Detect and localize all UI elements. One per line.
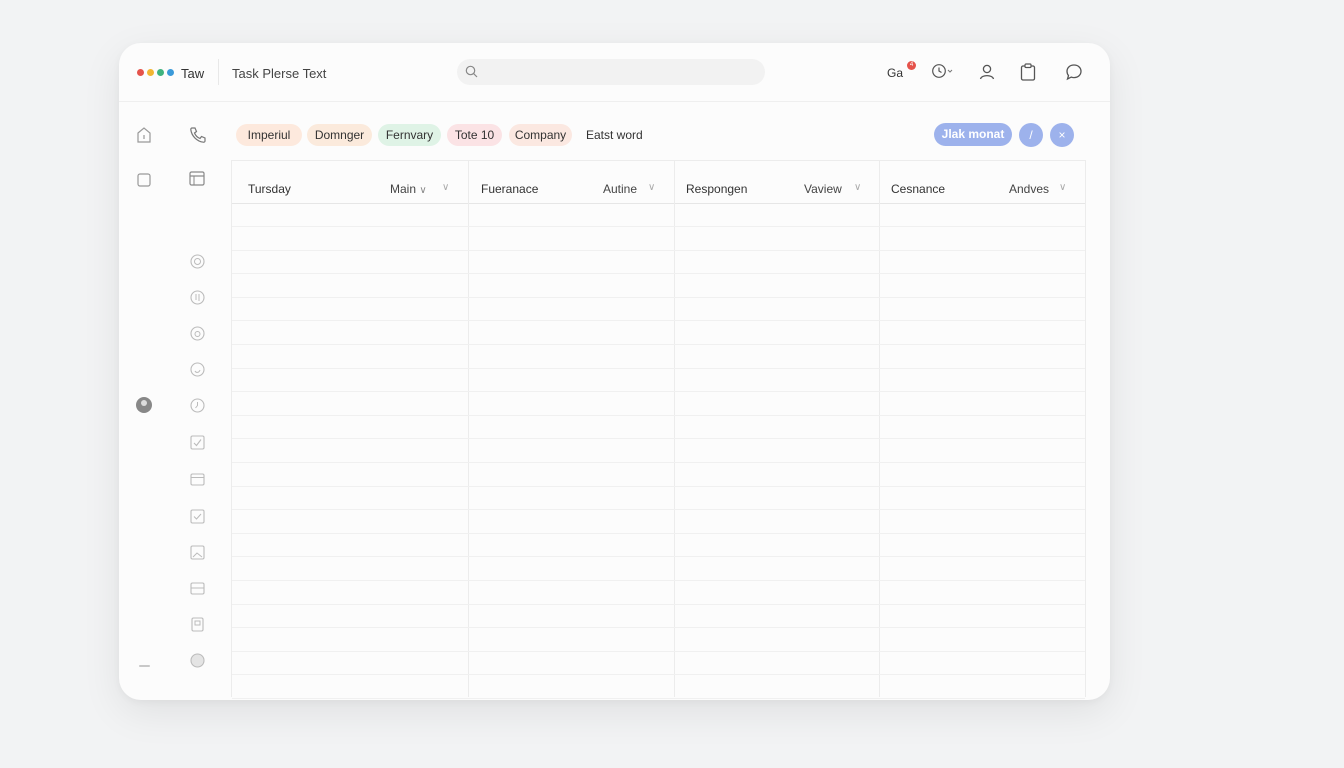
document-icon[interactable]: [190, 617, 205, 637]
tag-icon[interactable]: [190, 326, 205, 346]
table-row-divider: [232, 226, 1085, 227]
clock-icon[interactable]: [931, 63, 953, 84]
phone-icon[interactable]: [189, 126, 207, 149]
column-divider: [468, 161, 469, 697]
header-divider: [218, 59, 219, 85]
card-icon[interactable]: [190, 473, 205, 491]
column-sort-4[interactable]: Andves: [1009, 182, 1049, 196]
column-divider: [674, 161, 675, 697]
search-icon: [465, 65, 478, 83]
table-row-divider: [232, 367, 1085, 369]
column-sort-2[interactable]: Autine: [603, 182, 637, 196]
user-icon[interactable]: [978, 63, 996, 86]
checkbox-icon[interactable]: [190, 435, 205, 455]
column-sort-label-3: Vaview: [804, 182, 842, 196]
table-row-divider: [232, 273, 1085, 275]
column-header-2[interactable]: Fueranace: [481, 182, 538, 196]
chat-icon[interactable]: [1065, 63, 1083, 86]
table-row-divider: [232, 344, 1085, 345]
filter-label-eatst-word[interactable]: Eatst word: [586, 124, 643, 146]
table-row-divider: [232, 249, 1085, 251]
search-bar[interactable]: [457, 59, 765, 87]
close-button[interactable]: ×: [1050, 123, 1074, 147]
table-row-divider: [232, 650, 1085, 652]
chevron-down-icon[interactable]: ∨: [442, 182, 449, 193]
table-row-divider: [232, 627, 1085, 629]
chevron-down-icon[interactable]: ∨: [1059, 182, 1066, 193]
table-row-divider: [232, 532, 1085, 534]
table-header: Tursday Main ∨ ∨ Fueranace Autine ∨ Resp…: [232, 161, 1085, 204]
table-row-divider: [232, 296, 1085, 298]
column-sort-1[interactable]: Main ∨: [390, 182, 427, 196]
table-row-divider: [232, 391, 1085, 393]
avatar[interactable]: [136, 397, 152, 413]
message-icon[interactable]: [190, 362, 205, 382]
chevron-down-icon[interactable]: ∨: [854, 182, 861, 193]
column-header-1[interactable]: Tursday: [248, 182, 291, 196]
chevron-down-icon: ∨: [419, 185, 427, 196]
chip-tote-10[interactable]: Tote 10: [447, 124, 502, 146]
column-divider: [879, 161, 880, 697]
table-row-divider: [232, 509, 1085, 511]
image-icon[interactable]: [190, 545, 205, 565]
notification-badge: 4: [907, 61, 916, 70]
chip-fernvary[interactable]: Fernvary: [378, 124, 441, 146]
table-row-divider: [232, 320, 1085, 322]
column-sort-label-4: Andves: [1009, 182, 1050, 196]
dot-blue[interactable]: [167, 69, 174, 76]
app-name: Taw: [181, 66, 205, 81]
globe-icon[interactable]: [190, 254, 205, 274]
history-icon[interactable]: [190, 398, 205, 418]
window-dots: [137, 69, 174, 76]
chevron-down-icon[interactable]: ∨: [648, 182, 655, 193]
task-check-icon[interactable]: [190, 509, 205, 529]
edit-button[interactable]: /: [1019, 123, 1043, 147]
dot-green[interactable]: [157, 69, 164, 76]
column-sort-label-2: Autine: [603, 182, 638, 196]
square-icon[interactable]: [137, 173, 151, 192]
home-icon[interactable]: [136, 126, 152, 149]
table-row-divider: [232, 603, 1085, 605]
app-window: Taw Task Plerse Text Ga 4 Imperiul Domng…: [119, 43, 1110, 700]
table-row-divider: [232, 438, 1085, 440]
chip-domnger[interactable]: Domnger: [307, 124, 372, 146]
column-header-3[interactable]: Respongen: [686, 182, 747, 196]
dot-red[interactable]: [137, 69, 144, 76]
notifications-button[interactable]: Ga: [887, 66, 903, 80]
header-bar: Taw Task Plerse Text Ga 4: [119, 43, 1110, 102]
table-row-divider: [232, 580, 1085, 581]
attachment-icon[interactable]: [190, 290, 205, 310]
primary-action-button[interactable]: Jlak monat: [934, 123, 1012, 146]
column-sort-3[interactable]: Vaview: [804, 182, 842, 196]
window-icon[interactable]: [189, 171, 205, 191]
column-header-4[interactable]: Cesnance: [891, 182, 945, 196]
collapse-handle[interactable]: [139, 665, 150, 667]
table-row-divider: [232, 556, 1085, 558]
table-row-divider: [232, 674, 1085, 676]
settings-icon[interactable]: [190, 653, 205, 673]
clipboard-icon[interactable]: [1020, 63, 1036, 86]
table-row-divider: [232, 698, 1085, 699]
chip-imperiul[interactable]: Imperiul: [236, 124, 302, 146]
data-table: Tursday Main ∨ ∨ Fueranace Autine ∨ Resp…: [231, 160, 1086, 699]
table-row-divider: [232, 485, 1085, 487]
search-input[interactable]: [485, 59, 759, 87]
chip-company[interactable]: Company: [509, 124, 572, 146]
column-sort-label-1: Main: [390, 182, 417, 196]
page-title: Task Plerse Text: [232, 66, 327, 81]
dot-yellow[interactable]: [147, 69, 154, 76]
table-row-divider: [232, 414, 1085, 416]
inbox-icon[interactable]: [190, 582, 205, 600]
table-row-divider: [232, 462, 1085, 463]
